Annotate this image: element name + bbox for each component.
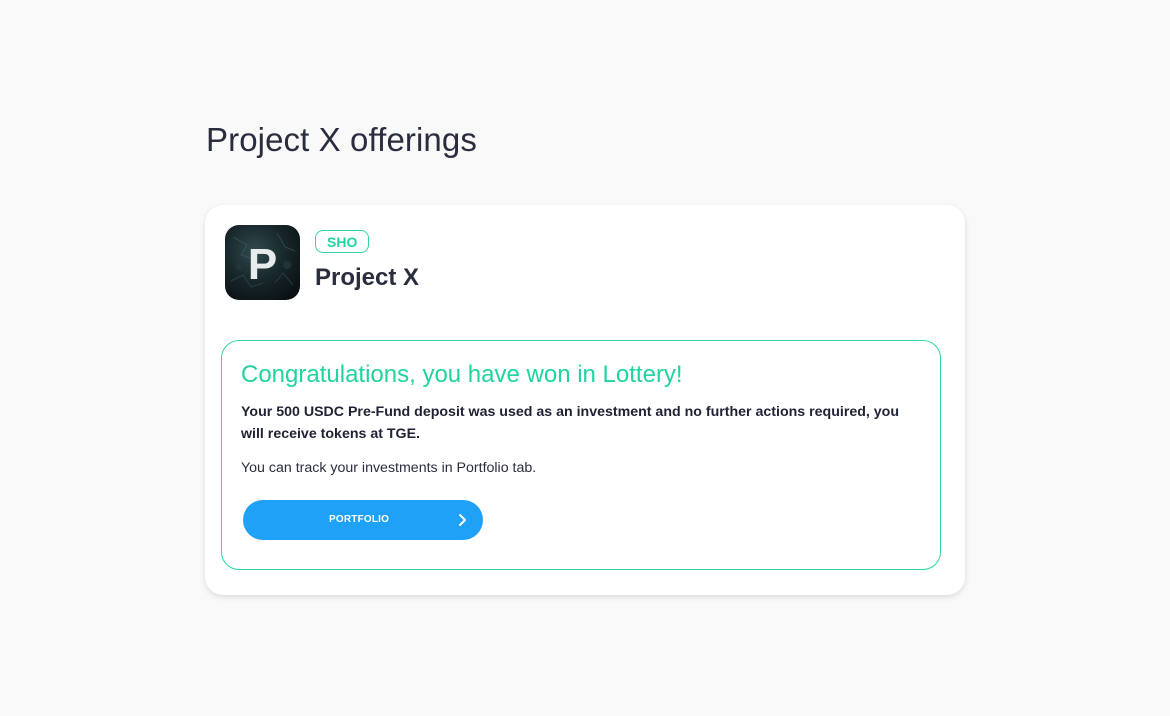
portfolio-button[interactable]: PORTFOLIO — [243, 500, 483, 540]
lottery-result-title: Congratulations, you have won in Lottery… — [241, 361, 683, 388]
offering-type-badge: SHO — [315, 230, 370, 253]
logo-letter: P — [248, 240, 277, 289]
lottery-result-message: Your 500 USDC Pre-Fund deposit was used … — [241, 404, 900, 442]
chevron-right-icon — [459, 514, 466, 526]
portfolio-button-label: PORTFOLIO — [329, 514, 390, 525]
lottery-result-panel: Congratulations, you have won in Lottery… — [221, 340, 941, 570]
page-title: Project X offerings — [206, 121, 477, 158]
portfolio-hint: You can track your investments in Portfo… — [241, 460, 537, 476]
project-name: Project X — [315, 264, 420, 291]
offering-card: P SHO Project X Congratulations, you hav… — [205, 205, 965, 595]
project-logo: P — [225, 225, 300, 300]
